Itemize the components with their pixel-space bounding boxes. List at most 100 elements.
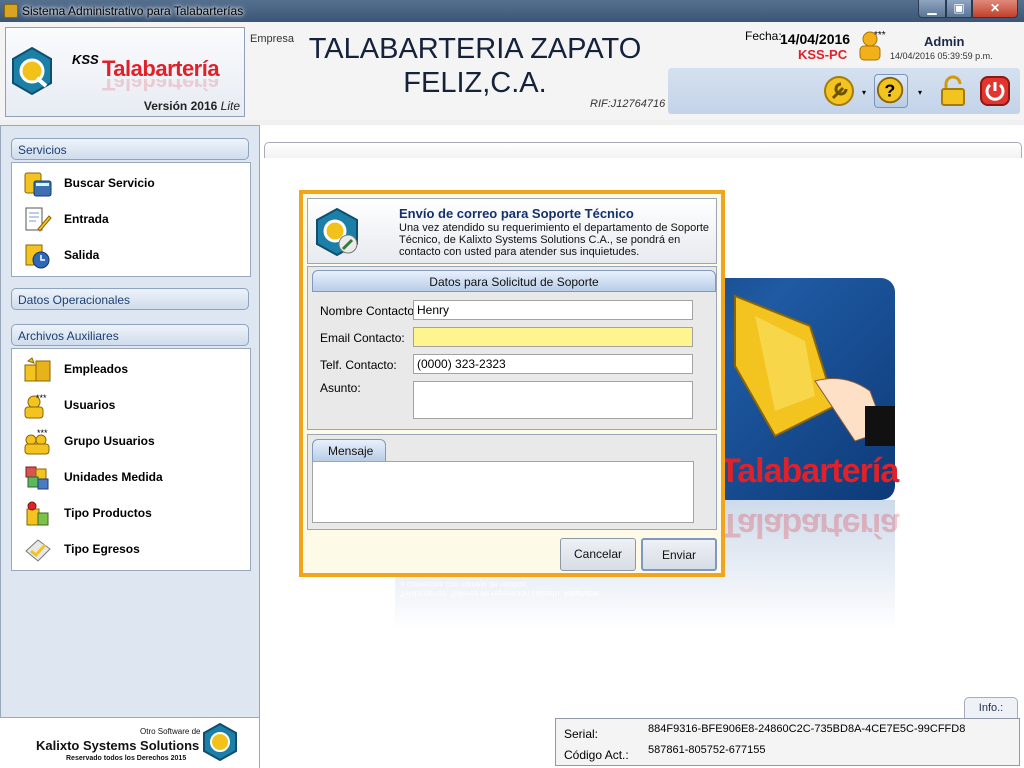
kss-emblem-icon — [203, 722, 237, 762]
minimize-button[interactable]: ▁ — [918, 0, 946, 18]
help-icon: ? — [876, 76, 904, 104]
sidebar-item-label: Tipo Productos — [64, 506, 152, 520]
window-title: Sistema Administrativo para Talabartería… — [22, 4, 244, 18]
cancel-button[interactable]: Cancelar — [560, 538, 636, 571]
section-archivos-auxiliares[interactable]: Archivos Auxiliares — [11, 324, 249, 346]
sidebar-item-tipo-productos[interactable]: Tipo Productos — [12, 495, 250, 531]
close-button[interactable]: ✕ — [972, 0, 1018, 18]
main-tab-strip — [264, 142, 1022, 158]
maximize-button[interactable]: ▣ — [946, 0, 972, 18]
lock-icon — [941, 75, 965, 106]
email-label: Email Contacto: — [320, 331, 405, 345]
dialog-footer: Cancelar Enviar — [303, 534, 721, 573]
sidebar-item-tipo-egresos[interactable]: Tipo Egresos — [12, 531, 250, 567]
nombre-contacto-input[interactable] — [413, 300, 693, 320]
logo-kss: KSS — [72, 52, 99, 67]
sidebar-item-label: Unidades Medida — [64, 470, 163, 484]
tab-mensaje[interactable]: Mensaje — [312, 439, 386, 461]
user-group-icon: *** — [24, 429, 50, 455]
tools-button[interactable] — [822, 74, 856, 108]
logo-version: Versión 2016 Lite — [143, 99, 240, 113]
units-icon — [25, 466, 49, 490]
asunto-textarea[interactable] — [413, 381, 693, 419]
support-email-dialog: Envío de correo para Soporte Técnico Una… — [299, 190, 725, 577]
vendor-tagline: Otro Software de — [140, 727, 201, 736]
company-rif: RIF:J12764716 — [590, 98, 666, 110]
kss-emblem-icon — [12, 46, 52, 96]
header: KSS Talabartería Talabartería Versión 20… — [0, 22, 1024, 120]
user-datetime: 14/04/2016 05:39:59 p.m. — [890, 51, 993, 61]
title-bar: Sistema Administrativo para Talabartería… — [0, 0, 1024, 22]
sidebar-item-grupo-usuarios[interactable]: *** Grupo Usuarios — [12, 423, 250, 459]
sidebar-item-unidades-medida[interactable]: Unidades Medida — [12, 459, 250, 495]
lock-button[interactable] — [936, 74, 970, 108]
folder-clock-icon — [25, 244, 50, 269]
dialog-header: Envío de correo para Soporte Técnico Una… — [307, 198, 717, 264]
user-icon: *** — [859, 30, 886, 61]
license-info-box: Serial: 884F9316-BFE906E8-24860C2C-735BD… — [555, 718, 1020, 766]
svg-text:***: *** — [874, 30, 886, 41]
telf-label: Telf. Contacto: — [320, 358, 397, 372]
wrench-icon — [824, 76, 854, 106]
sidebar-item-usuarios[interactable]: *** Usuarios — [12, 387, 250, 423]
section-datos-operacionales[interactable]: Datos Operacionales — [11, 288, 249, 310]
panel-archivos-auxiliares: Empleados *** Usuarios *** Grupo Usuario… — [11, 348, 251, 571]
group-title: Datos para Solicitud de Soporte — [312, 270, 716, 292]
sidebar-item-salida[interactable]: Salida — [12, 237, 250, 273]
svg-text:***: *** — [36, 393, 47, 403]
banner-fine-print: Talabarterías, Talleres de reparación ca… — [400, 580, 600, 598]
panel-servicios: Buscar Servicio Entrada Salida — [11, 162, 251, 277]
sidebar-item-buscar-servicio[interactable]: Buscar Servicio — [12, 165, 250, 201]
products-icon — [26, 501, 49, 526]
calculator-icon — [24, 172, 52, 197]
expenses-icon — [25, 539, 51, 562]
fecha-value: 14/04/2016 — [780, 31, 851, 47]
user-name: Admin — [924, 34, 965, 49]
mensaje-textarea[interactable] — [312, 461, 694, 523]
serial-label: Serial: — [564, 727, 599, 741]
pc-name: KSS-PC — [798, 47, 848, 62]
nombre-label: Nombre Contacto: — [320, 304, 418, 318]
email-contacto-input[interactable] — [413, 327, 693, 347]
power-button[interactable] — [978, 74, 1012, 108]
help-button[interactable]: ? — [874, 74, 908, 108]
dialog-description: Una vez atendido su requerimiento el dep… — [399, 222, 710, 258]
banner-brand-reflection: Talabartería — [720, 506, 899, 544]
dialog-title: Envío de correo para Soporte Técnico — [399, 206, 634, 221]
user-icon: *** — [24, 393, 47, 419]
sidebar-item-label: Empleados — [64, 362, 129, 376]
message-group: Mensaje — [307, 434, 717, 530]
tools-dropdown-arrow[interactable]: ▾ — [862, 88, 866, 97]
vendor-name: Kalixto Systems Solutions — [36, 738, 200, 753]
sidebar-item-label: Usuarios — [64, 398, 116, 412]
help-dropdown-arrow[interactable]: ▾ — [918, 88, 922, 97]
sidebar-item-label: Tipo Egresos — [64, 542, 140, 556]
section-servicios[interactable]: Servicios — [11, 138, 249, 160]
support-data-group: Datos para Solicitud de Soporte Nombre C… — [307, 266, 717, 430]
sidebar-item-empleados[interactable]: Empleados — [12, 351, 250, 387]
banner-brand-text: Talabartería — [720, 452, 899, 490]
sidebar-item-label: Buscar Servicio — [64, 176, 155, 190]
company-name: TALABARTERIA ZAPATO FELIZ,C.A. — [308, 33, 642, 99]
fecha-label: Fecha: — [745, 29, 782, 43]
svg-text:***: *** — [37, 429, 48, 438]
vendor-rights: Reservado todos los Derechos 2015 — [66, 755, 187, 762]
employees-icon — [24, 357, 51, 382]
svg-text:?: ? — [884, 81, 895, 101]
send-button[interactable]: Enviar — [641, 538, 717, 571]
sidebar-item-label: Salida — [64, 248, 100, 262]
header-toolbar: ▾ ? ▾ — [668, 68, 1020, 114]
sidebar-item-label: Grupo Usuarios — [64, 434, 155, 448]
sidebar-item-label: Entrada — [64, 212, 109, 226]
product-logo: KSS Talabartería Talabartería Versión 20… — [5, 27, 245, 117]
power-icon — [980, 76, 1010, 106]
vendor-logo: Otro Software de Kalixto Systems Solutio… — [0, 718, 260, 768]
sidebar-item-entrada[interactable]: Entrada — [12, 201, 250, 237]
document-edit-icon — [25, 207, 52, 232]
telf-contacto-input[interactable] — [413, 354, 693, 374]
info-tab[interactable]: Info.: — [964, 697, 1018, 719]
activation-code-value: 587861-805752-677155 — [648, 744, 766, 756]
support-icon — [316, 207, 358, 257]
sidebar: Servicios Buscar Servicio Entrada Salida… — [0, 125, 260, 718]
asunto-label: Asunto: — [320, 381, 361, 395]
